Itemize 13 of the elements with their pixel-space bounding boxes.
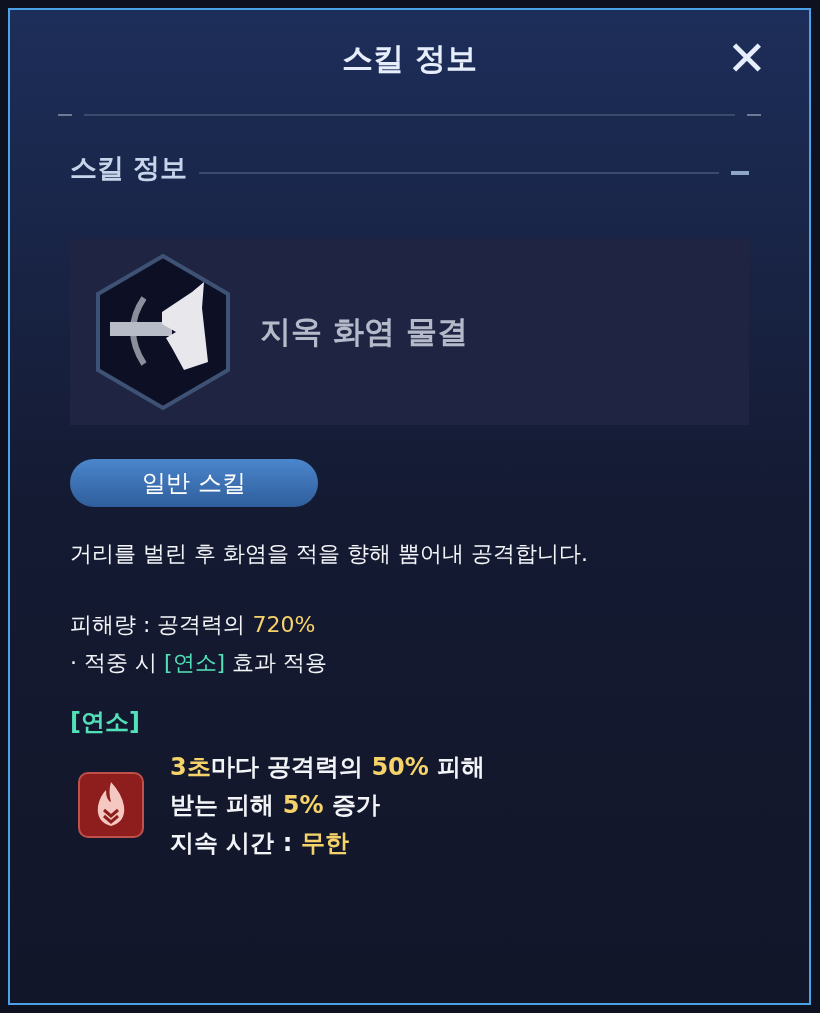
effect-text: · 적중 시 [연소] 효과 적용	[70, 648, 329, 677]
skill-name: 지옥 화염 물결	[260, 312, 468, 352]
status-effect-text: 3초마다 공격력의 50% 피해	[170, 751, 486, 783]
status-effect-text: 지속 시간 : 무한	[170, 827, 350, 859]
status-effect-title: [연소]	[70, 706, 141, 738]
section-heading: 스킬 정보	[70, 151, 188, 185]
dialog-title: 스킬 정보	[342, 38, 477, 78]
skill-description: 거리를 벌린 후 화염을 적을 향해 뿜어내 공격합니다.	[70, 539, 589, 568]
skill-type-button[interactable]: 일반 스킬	[70, 458, 318, 507]
effect-text: 피해량 : 공격력의 720%	[70, 610, 317, 639]
close-button[interactable]: ✕	[726, 34, 767, 82]
status-effect-text: 받는 피해 5% 증가	[170, 789, 381, 821]
flame-icon	[78, 771, 144, 838]
